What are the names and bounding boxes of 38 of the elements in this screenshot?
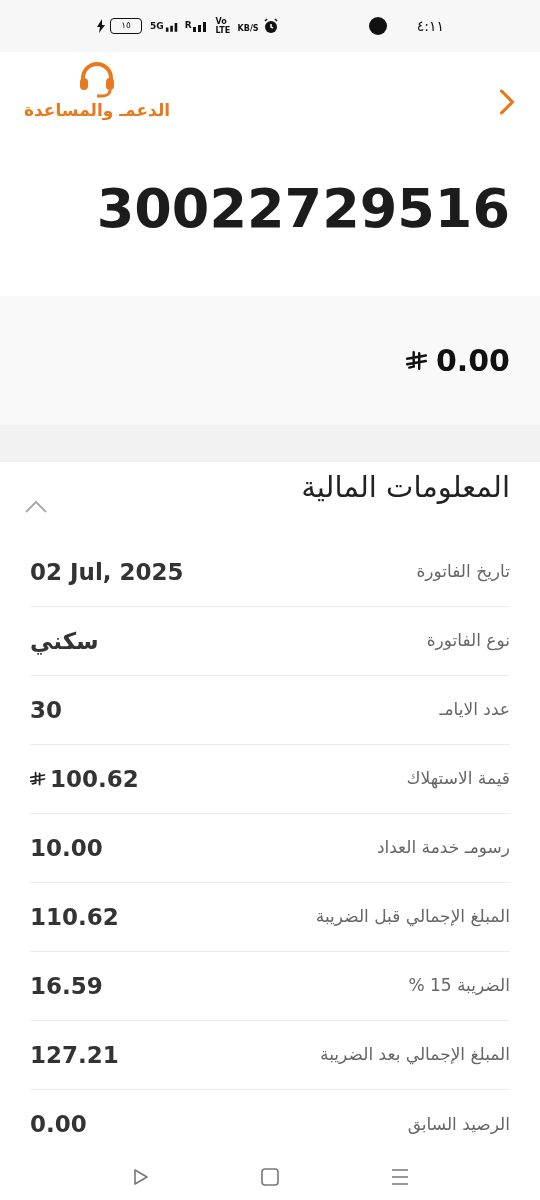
signal-icon xyxy=(191,20,208,32)
row-value: 16.59 xyxy=(30,971,103,1001)
row-label: نوع الفاتورة xyxy=(426,629,510,653)
row-label: عدد الايامـ xyxy=(439,698,510,722)
row-label: الضريبة 15 % xyxy=(408,974,510,998)
row-value: 100.62 xyxy=(50,764,139,794)
signal-icon xyxy=(164,20,179,32)
clock-time: ٤:١١ xyxy=(416,16,444,36)
row-value: 127.21 xyxy=(30,1040,119,1070)
row-label: المبلغ الإجمالي بعد الضريبة xyxy=(320,1043,510,1067)
row-value: 110.62 xyxy=(30,902,119,932)
volte-label: Vo LTE xyxy=(215,17,232,35)
row-value: سكني xyxy=(30,626,99,657)
charging-icon xyxy=(96,19,106,33)
row-label: تاريخ الفاتورة xyxy=(416,560,510,584)
support-button[interactable]: الدعمـ والمساعدة xyxy=(24,60,171,122)
row-label: رسومـ خدمة العداد xyxy=(376,836,510,860)
alarm-icon xyxy=(262,18,279,34)
chevron-up-icon[interactable] xyxy=(24,500,48,514)
row-label: الرصيد السابق xyxy=(407,1112,510,1136)
riyal-icon xyxy=(30,771,46,787)
row-value: 10.00 xyxy=(30,833,103,863)
row-label: قيمة الاستهلاك xyxy=(406,767,510,791)
roaming-label: R xyxy=(184,19,192,33)
balance-amount: 0.00 xyxy=(435,342,510,380)
menu-icon[interactable] xyxy=(390,1167,410,1187)
home-icon[interactable] xyxy=(260,1167,280,1187)
network-label: 5G xyxy=(150,21,164,31)
section-title: المعلومات المالية xyxy=(301,469,510,506)
chevron-right-icon[interactable] xyxy=(498,88,516,116)
battery-indicator: ١٥ xyxy=(110,18,142,34)
speed-label: KB/S xyxy=(237,23,259,35)
row-value: 0.00 xyxy=(30,1110,87,1140)
row-label: المبلغ الإجمالي قبل الضريبة xyxy=(315,905,510,929)
row-value: 30 xyxy=(30,695,62,725)
riyal-icon xyxy=(405,349,428,372)
row-value: 02 Jul, 2025 xyxy=(30,557,184,587)
account-number: 30022729516 xyxy=(96,177,510,240)
